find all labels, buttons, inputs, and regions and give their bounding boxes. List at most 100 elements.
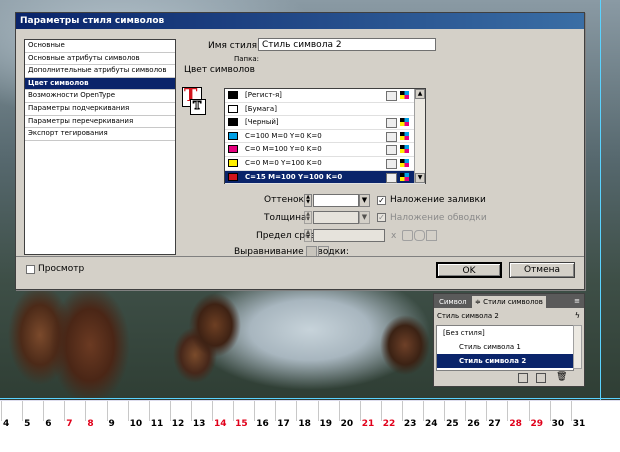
style-name-input[interactable]: Стиль символа 2 — [258, 38, 436, 51]
ruler-tick — [85, 401, 87, 421]
weight-stepper[interactable]: ▲ ▼ — [304, 211, 312, 224]
category-item[interactable]: Параметры перечеркивания — [25, 116, 175, 129]
tint-dropdown-icon[interactable]: ▼ — [359, 194, 370, 207]
style-name-label: Имя стиля: — [208, 41, 261, 51]
new-style-icon[interactable] — [536, 373, 546, 383]
ruler-number: 28 — [509, 419, 522, 429]
swatch-color-chip — [228, 145, 238, 154]
ruler-tick — [275, 401, 277, 421]
category-item[interactable]: Дополнительные атрибуты символов — [25, 65, 175, 78]
cancel-button[interactable]: Отмена — [509, 262, 575, 278]
ruler-number: 12 — [171, 419, 185, 429]
ok-button[interactable]: OK — [436, 262, 502, 278]
swatch-name: C=100 M=0 Y=0 K=0 — [245, 131, 322, 140]
ruler-number: 14 — [214, 419, 227, 429]
ruler-number: 17 — [277, 419, 290, 429]
category-item[interactable]: Экспорт тегирования — [25, 128, 175, 141]
panel-menu-icon[interactable]: ≡ — [574, 297, 580, 305]
swatch-row[interactable]: C=0 M=0 Y=100 K=0 — [225, 157, 425, 171]
folder-label: Папка: — [234, 55, 260, 63]
lightning-icon[interactable]: ϟ — [575, 311, 580, 320]
swatch-color-chip — [228, 91, 238, 99]
ruler-tick — [401, 401, 403, 421]
miter-input[interactable] — [313, 229, 385, 242]
ruler-number: 16 — [256, 419, 269, 429]
ruler-number: 21 — [361, 419, 375, 429]
miter-unit: x — [391, 231, 397, 241]
swatch-row[interactable]: C=15 M=100 Y=100 K=0 — [225, 170, 425, 185]
guide-line — [0, 398, 620, 399]
swatch-row[interactable]: [Бумага] — [225, 103, 425, 117]
swatch-color-chip — [228, 131, 238, 140]
ruler-tick — [465, 401, 467, 421]
category-item[interactable]: Параметры подчеркивания — [25, 103, 175, 116]
scroll-up-icon[interactable]: ▲ — [415, 89, 425, 99]
panel-tabs: Символ ≑ Стили символов ≡ — [434, 294, 584, 308]
panel-scrollbar[interactable] — [573, 325, 582, 369]
tab-character[interactable]: Символ — [436, 296, 470, 308]
swatch-name: C=0 M=0 Y=100 K=0 — [245, 158, 322, 167]
character-style-options-dialog: Параметры стиля символов Основные Основны… — [15, 12, 585, 290]
category-item[interactable]: Основные — [25, 40, 175, 53]
ruler-number: 15 — [235, 419, 248, 429]
ruler-number: 18 — [298, 419, 311, 429]
overprint-fill-checkbox[interactable]: ✓ — [377, 196, 386, 205]
swatch-row[interactable]: C=100 M=0 Y=0 K=0 — [225, 130, 425, 144]
style-list-item[interactable]: Стиль символа 2 — [437, 354, 573, 368]
scroll-down-icon[interactable]: ▼ — [415, 173, 425, 183]
preview-label: Просмотр — [38, 264, 85, 274]
category-item[interactable]: Основные атрибуты символов — [25, 53, 175, 66]
ruler-tick — [43, 401, 45, 421]
ruler-tick — [190, 401, 192, 421]
section-title: Цвет символов — [184, 65, 255, 75]
style-list-item[interactable]: Стиль символа 1 — [437, 340, 573, 354]
tint-label: Оттенок: — [264, 195, 307, 205]
fill-stroke-icon[interactable]: T T — [182, 87, 208, 115]
category-item[interactable]: Возможности OpenType — [25, 90, 175, 103]
ruler-number: 29 — [530, 419, 544, 429]
ruler-number: 19 — [319, 419, 333, 429]
delete-style-icon[interactable]: 🗑 — [556, 372, 567, 382]
tab-character-styles[interactable]: ≑ Стили символов — [472, 296, 546, 308]
miter-join-icon[interactable] — [402, 230, 413, 241]
swatch-row[interactable]: [Черный] — [225, 116, 425, 130]
ruler-tick — [212, 401, 213, 421]
round-join-icon[interactable] — [414, 230, 425, 241]
ruler-number: 9 — [108, 419, 115, 429]
swatch-scrollbar[interactable]: ▲ ▼ — [414, 89, 425, 183]
cmyk-icon — [400, 172, 409, 181]
ruler-tick — [22, 401, 24, 421]
ruler-tick — [423, 401, 424, 421]
swatch-list[interactable]: [Регист-я] [Бумага] [Черный] C=100 M=0 Y=0 … — [224, 88, 426, 185]
divider — [16, 256, 584, 257]
ruler-tick — [296, 401, 298, 421]
ruler-number: 25 — [446, 419, 459, 429]
overprint-fill-label: Наложение заливки — [390, 195, 486, 205]
ruler-tick — [549, 401, 551, 421]
ruler-tick — [64, 401, 66, 421]
swatch-name: [Регист-я] — [245, 91, 282, 99]
swatch-row[interactable]: [Регист-я] — [225, 89, 425, 103]
swatch-color-chip — [228, 104, 238, 113]
bevel-join-icon[interactable] — [426, 230, 437, 241]
tint-input[interactable] — [313, 194, 359, 207]
ruler-number: 10 — [129, 419, 143, 429]
overprint-stroke-checkbox[interactable]: ✓ — [377, 213, 386, 222]
swatch-name: [Бумага] — [245, 104, 277, 113]
swatch-name: C=0 M=100 Y=0 K=0 — [245, 145, 322, 154]
miter-stepper[interactable]: ▲ ▼ — [304, 229, 312, 242]
ruler-number: 24 — [425, 419, 438, 429]
calendar-ruler: 4 5 6 7 8 9 10 11 12 13 14 15 16 17 18 19 20 21 22 23 24 25 26… — [0, 400, 620, 452]
category-item[interactable]: Цвет символов — [25, 77, 175, 91]
preview-checkbox[interactable] — [26, 265, 35, 274]
new-style-group-icon[interactable] — [518, 373, 528, 383]
tint-stepper[interactable]: ▲ ▼ — [304, 194, 312, 207]
weight-dropdown-icon[interactable]: ▼ — [359, 211, 370, 224]
weight-input[interactable] — [313, 211, 359, 224]
category-list[interactable]: Основные Основные атрибуты символов Дополн… — [24, 39, 176, 255]
styles-list[interactable]: [Без стиля] Стиль символа 1 Стиль символа … — [436, 325, 574, 371]
style-list-item[interactable]: [Без стиля] — [437, 326, 573, 340]
swatch-color-chip — [228, 172, 238, 181]
swatch-row[interactable]: C=0 M=100 Y=0 K=0 — [225, 143, 425, 157]
ruler-number: 31 — [572, 419, 586, 429]
